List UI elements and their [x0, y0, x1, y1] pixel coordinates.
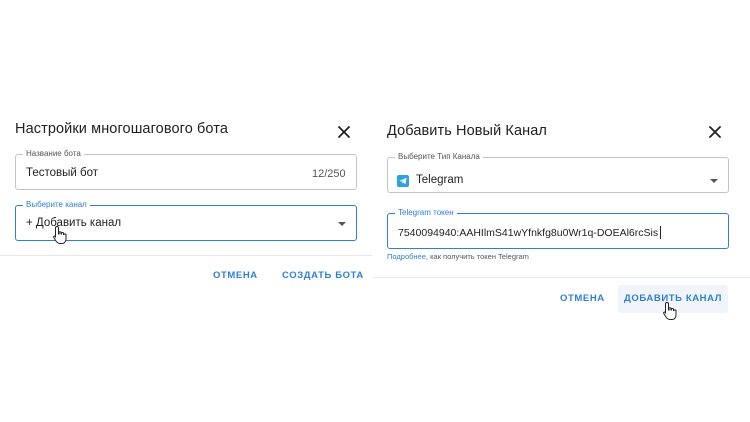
add-channel-dialog: Добавить Новый Канал Выберите Тип Канала… [374, 108, 750, 328]
divider [374, 277, 750, 278]
close-button[interactable] [334, 122, 354, 142]
bot-name-value: Тестовый бот [26, 167, 99, 179]
cancel-button[interactable]: ОТМЕНА [560, 293, 605, 304]
close-icon [338, 126, 350, 138]
divider [0, 255, 372, 256]
close-icon [709, 126, 721, 138]
dialog-title: Добавить Новый Канал [387, 123, 547, 139]
channel-select-label: Выберите канал [26, 200, 87, 209]
close-button[interactable] [705, 122, 725, 142]
char-counter: 12/250 [312, 168, 346, 180]
dialog-title: Настройки многошагового бота [15, 121, 228, 137]
channel-type-label: Выберите Тип Канала [398, 152, 480, 161]
telegram-token-label: Telegram токен [398, 208, 454, 217]
cancel-button[interactable]: ОТМЕНА [213, 270, 258, 281]
bot-name-label: Название бота [26, 149, 81, 158]
create-bot-button[interactable]: СОЗДАТЬ БОТА [282, 270, 364, 281]
token-helper: Подробнее, как получить токен Telegram [387, 252, 529, 261]
channel-type-select[interactable]: Выберите Тип Канала [387, 153, 729, 193]
hand-cursor-icon [662, 301, 678, 321]
channel-type-value[interactable]: Telegram [416, 174, 463, 186]
channel-select-value[interactable]: + Добавить канал [26, 217, 121, 229]
more-info-link[interactable]: Подробнее [387, 252, 426, 261]
text-caret [660, 226, 661, 239]
dropdown-arrow-icon[interactable] [710, 179, 718, 183]
bot-settings-dialog: Настройки многошагового бота Название бо… [0, 108, 372, 298]
hand-cursor-icon [52, 225, 68, 245]
dropdown-arrow-icon[interactable] [338, 222, 346, 226]
helper-text: , как получить токен Telegram [425, 252, 529, 261]
telegram-token-value[interactable]: 7540094940:AAHIlmS41wYfnkfg8u0Wr1q-DOEAl… [398, 227, 658, 239]
telegram-icon [397, 175, 409, 187]
